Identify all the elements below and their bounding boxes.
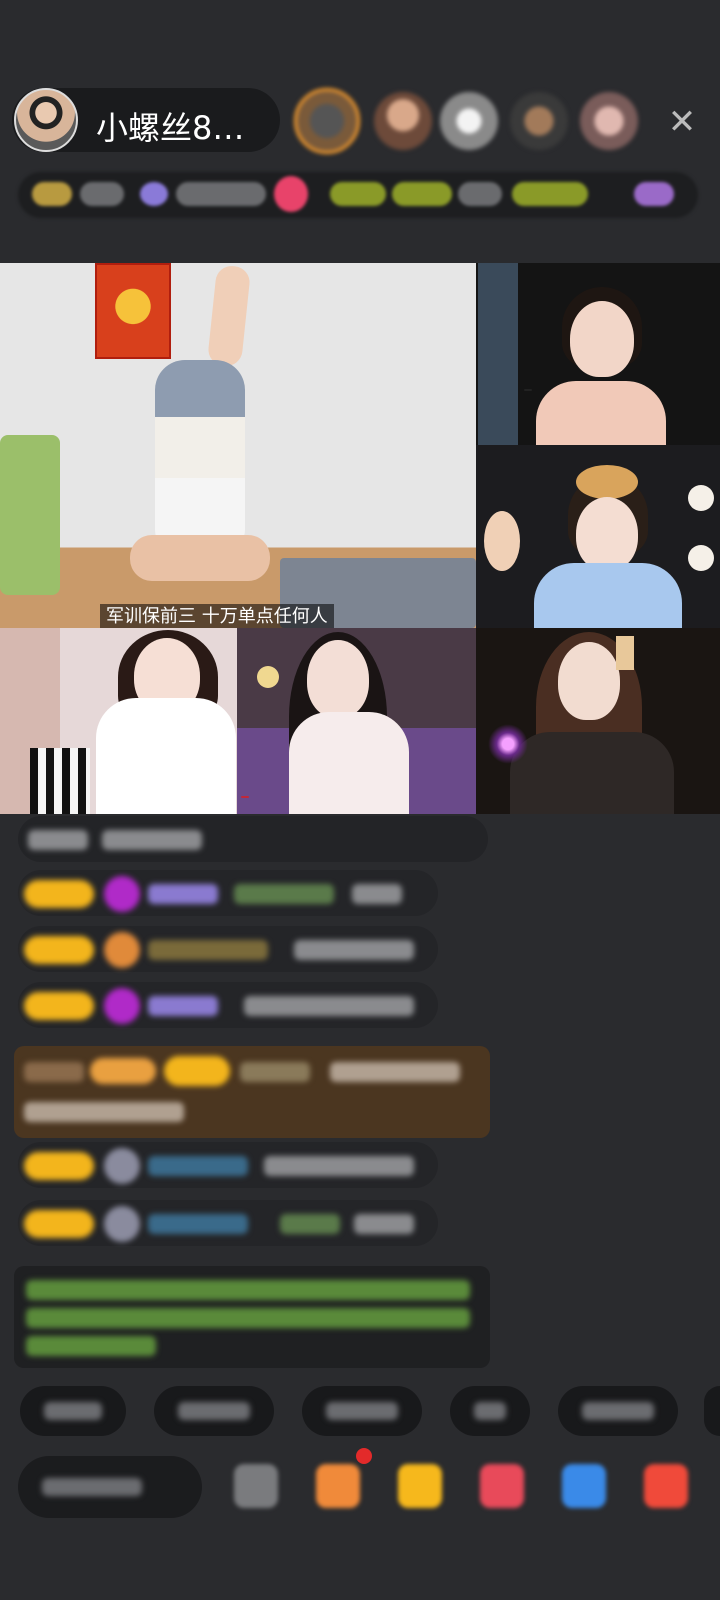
- quick-reply-button[interactable]: [450, 1386, 530, 1436]
- chat-message[interactable]: [18, 1200, 438, 1246]
- chat-message[interactable]: [18, 816, 488, 862]
- notification-dot: [356, 1448, 372, 1464]
- guest-tag: [524, 389, 532, 391]
- room-info-strip[interactable]: [18, 172, 698, 218]
- viewer-avatar[interactable]: [374, 92, 432, 150]
- gift-icon[interactable]: [644, 1464, 688, 1508]
- quick-reply-button[interactable]: [704, 1386, 720, 1436]
- quick-reply-button[interactable]: [558, 1386, 678, 1436]
- comment-input[interactable]: [18, 1456, 202, 1518]
- video-caption: 军训保前三 十万单点任何人: [100, 604, 334, 630]
- chat-message[interactable]: [18, 982, 438, 1028]
- viewer-avatar[interactable]: [510, 92, 568, 150]
- system-notice: [14, 1266, 490, 1368]
- quick-reply-button[interactable]: [20, 1386, 126, 1436]
- performer: [155, 360, 245, 550]
- chat-message[interactable]: [18, 926, 438, 972]
- host-avatar[interactable]: [14, 88, 78, 152]
- guest-stream-1[interactable]: [476, 263, 720, 445]
- share-icon[interactable]: [562, 1464, 606, 1508]
- gift-box-icon[interactable]: [398, 1464, 442, 1508]
- host-name[interactable]: 小螺丝8…: [96, 103, 244, 149]
- system-message[interactable]: [14, 1046, 490, 1138]
- shop-icon[interactable]: [316, 1464, 360, 1508]
- chat-message[interactable]: [18, 870, 438, 916]
- viewer-avatar[interactable]: [580, 92, 638, 150]
- guest-tag: [241, 796, 249, 798]
- guest-stream-2[interactable]: [476, 445, 720, 628]
- emoji-icon[interactable]: [234, 1464, 278, 1508]
- chat-message[interactable]: [18, 1142, 438, 1188]
- performer-arms: [130, 535, 270, 581]
- close-icon[interactable]: ✕: [660, 100, 704, 144]
- viewer-avatar[interactable]: [294, 88, 360, 154]
- quick-reply-button[interactable]: [302, 1386, 422, 1436]
- wall-poster: [95, 263, 171, 359]
- sofa: [0, 435, 60, 595]
- viewer-avatar[interactable]: [440, 92, 498, 150]
- guest-stream-5[interactable]: [476, 628, 720, 814]
- quick-reply-button[interactable]: [154, 1386, 274, 1436]
- guest-stream-3[interactable]: [0, 628, 237, 814]
- guest-stream-4[interactable]: [237, 628, 476, 814]
- link-icon[interactable]: [480, 1464, 524, 1508]
